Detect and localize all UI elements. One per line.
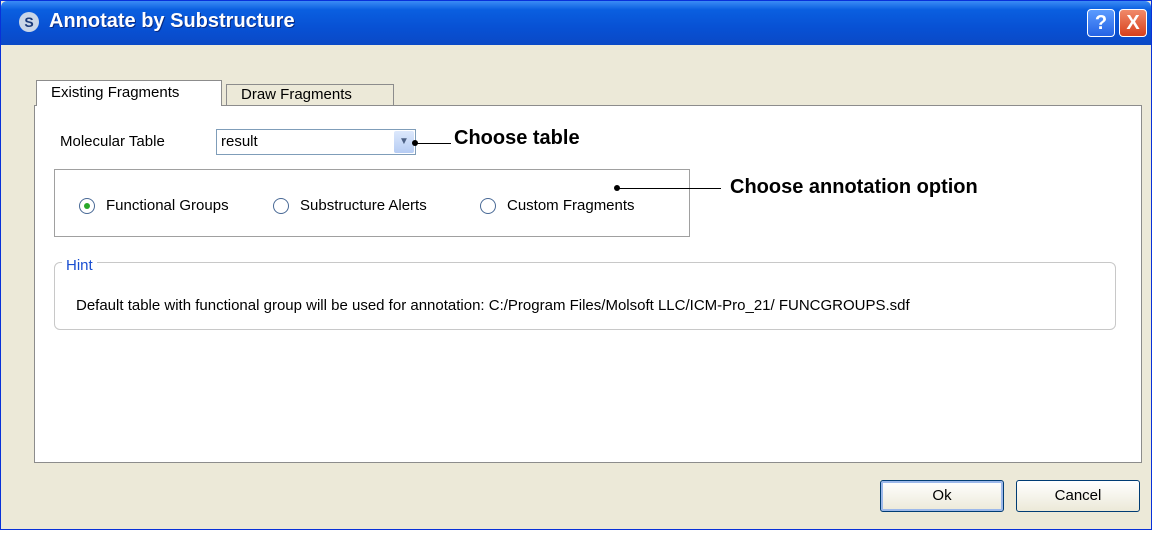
close-button[interactable]: X: [1119, 9, 1147, 37]
hint-title: Hint: [62, 258, 97, 273]
choose-option-callout: Choose annotation option: [730, 176, 978, 198]
help-button[interactable]: ?: [1087, 9, 1115, 37]
radio-custom-fragments[interactable]: [480, 198, 496, 214]
radio-label-custom-fragments[interactable]: Custom Fragments: [507, 197, 635, 214]
radio-label-functional-groups[interactable]: Functional Groups: [106, 197, 229, 214]
cancel-button[interactable]: Cancel: [1016, 480, 1140, 512]
molecular-table-select[interactable]: result ▼: [216, 129, 416, 155]
app-icon: S: [19, 12, 39, 32]
hint-text: Default table with functional group will…: [76, 297, 910, 314]
radio-substructure-alerts[interactable]: [273, 198, 289, 214]
choose-table-callout: Choose table: [454, 127, 580, 149]
callout-line: [617, 188, 721, 189]
tab-draw-fragments[interactable]: Draw Fragments: [226, 84, 394, 106]
callout-line: [415, 143, 451, 144]
tab-existing-fragments[interactable]: Existing Fragments: [36, 80, 222, 106]
radio-functional-groups[interactable]: [79, 198, 95, 214]
chevron-down-icon[interactable]: ▼: [394, 131, 414, 153]
molecular-table-value: result: [221, 133, 258, 150]
title-bar[interactable]: S Annotate by Substructure ? X: [1, 1, 1151, 45]
hint-group: [54, 262, 1116, 330]
ok-button[interactable]: Ok: [880, 480, 1004, 512]
molecular-table-label: Molecular Table: [60, 133, 165, 150]
radio-label-substructure-alerts[interactable]: Substructure Alerts: [300, 197, 427, 214]
window-title: Annotate by Substructure: [49, 10, 295, 32]
